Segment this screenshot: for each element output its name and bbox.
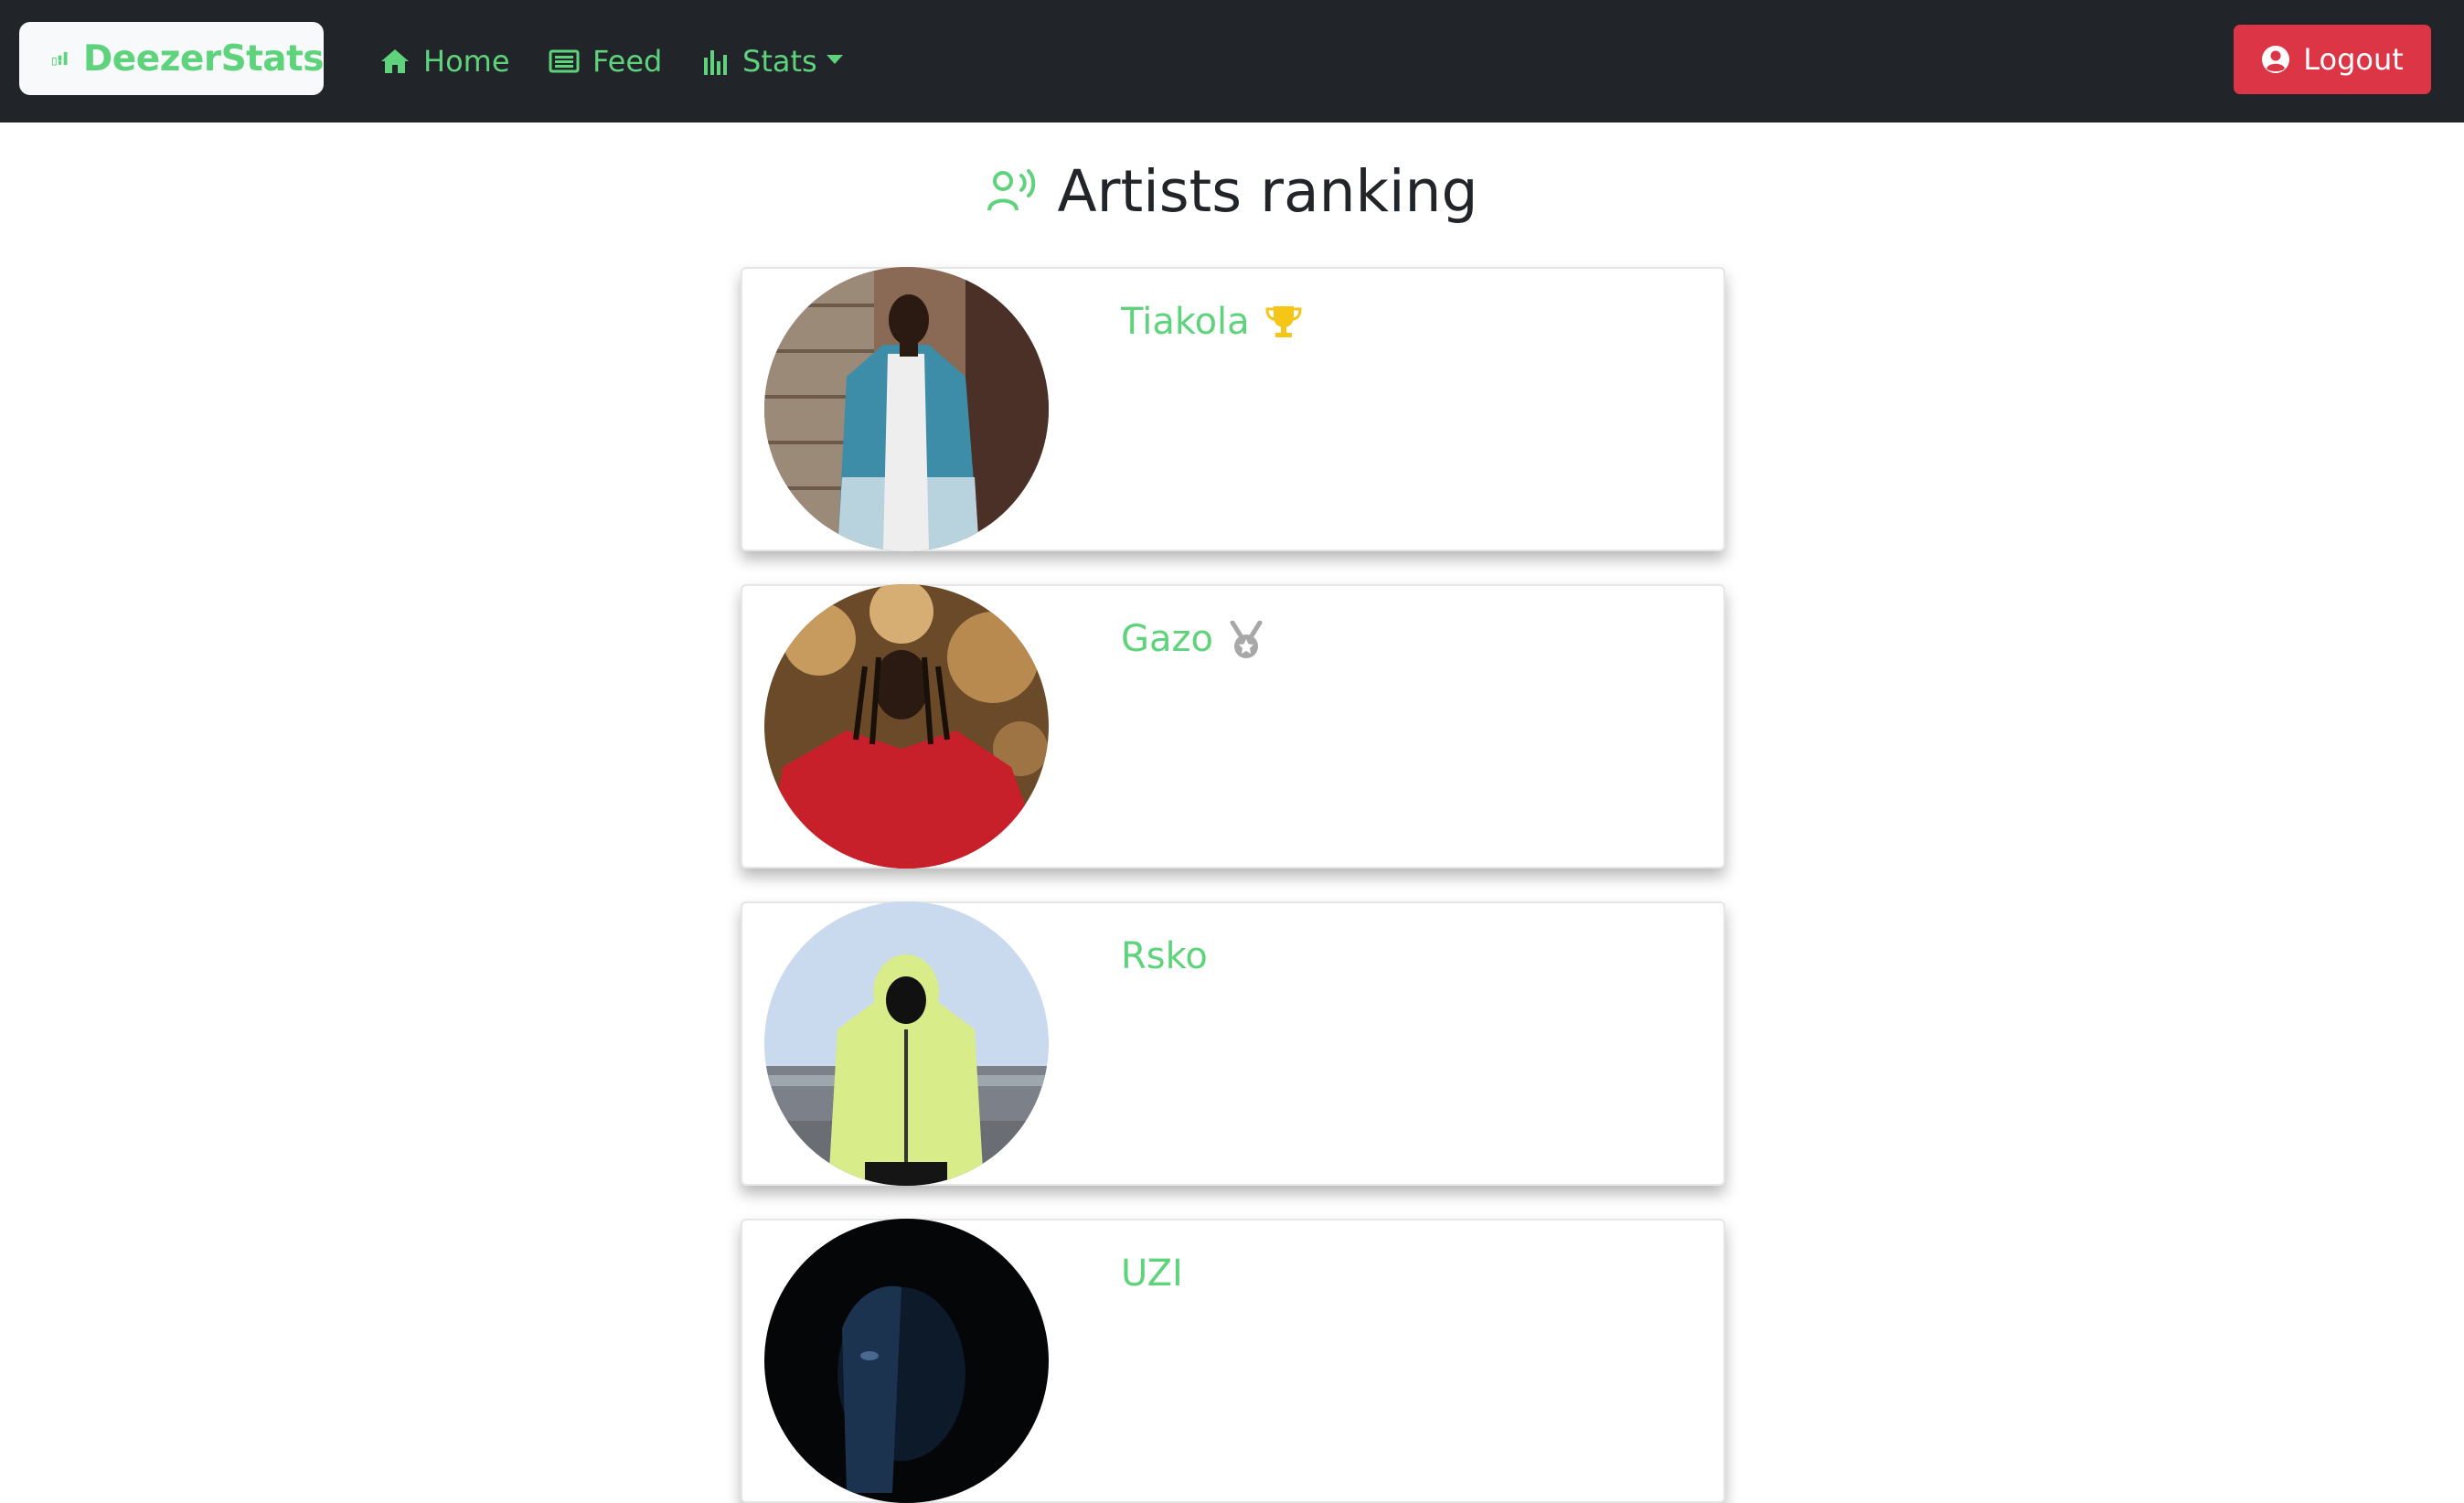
- artist-name[interactable]: UZI: [1121, 1248, 1183, 1299]
- artist-photo-gazo: [764, 584, 1049, 869]
- logout-label: Logout: [2303, 42, 2404, 77]
- page-title: Artists ranking: [1057, 157, 1478, 225]
- navbar: DeezerStats Home Feed Stats Logout: [0, 0, 2464, 123]
- artist-name[interactable]: Gazo: [1121, 613, 1213, 665]
- bar-chart-logo-icon: [52, 51, 68, 66]
- nav-feed-label: Feed: [592, 44, 663, 79]
- home-icon: [381, 49, 409, 73]
- artist-name[interactable]: Tiakola: [1121, 296, 1250, 347]
- nav-home[interactable]: Home: [379, 35, 510, 88]
- nav-stats-dropdown[interactable]: Stats: [702, 35, 843, 88]
- brand-button[interactable]: DeezerStats: [19, 22, 325, 95]
- artist-card[interactable]: Tiakola: [741, 267, 1725, 551]
- artist-avatar: [764, 901, 1049, 1186]
- newspaper-icon: [549, 49, 580, 73]
- artist-card[interactable]: UZI: [741, 1219, 1725, 1503]
- brand-label: DeezerStats: [82, 37, 325, 80]
- page-header: Artists ranking: [0, 150, 2464, 232]
- artist-photo-rsko: [764, 901, 1049, 1186]
- nav-home-label: Home: [423, 44, 510, 79]
- person-voice-icon: [987, 169, 1035, 211]
- trophy-icon: [1265, 306, 1302, 337]
- artist-card[interactable]: Gazo: [741, 584, 1725, 869]
- artist-photo-tiakola: [764, 267, 1049, 551]
- bar-chart-icon: [704, 50, 727, 75]
- nav-stats-label: Stats: [742, 44, 817, 79]
- user-circle-icon: [2262, 46, 2290, 73]
- caret-down-icon: [826, 55, 843, 64]
- artist-avatar: [764, 584, 1049, 869]
- nav-feed[interactable]: Feed: [549, 35, 662, 88]
- artist-avatar: [764, 267, 1049, 551]
- artist-name[interactable]: Rsko: [1121, 931, 1208, 982]
- logout-button[interactable]: Logout: [2234, 25, 2431, 94]
- artist-avatar: [764, 1219, 1049, 1503]
- artist-card[interactable]: Rsko: [741, 901, 1725, 1186]
- artist-photo-uzi: [764, 1219, 1049, 1503]
- medal-icon: [1230, 621, 1263, 658]
